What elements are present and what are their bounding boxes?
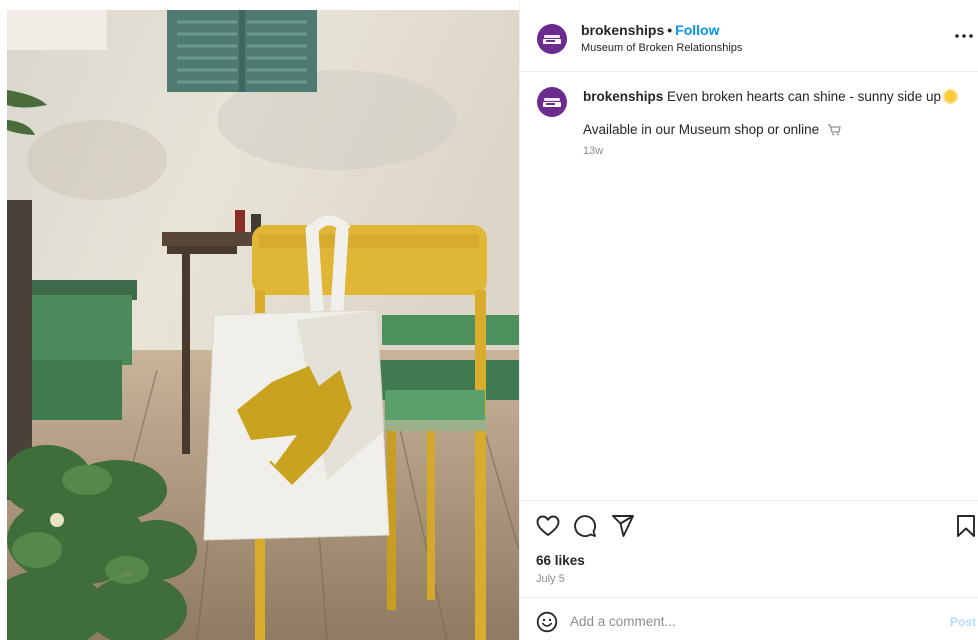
- location-link[interactable]: Museum of Broken Relationships: [581, 42, 742, 54]
- post-photo[interactable]: [7, 10, 519, 640]
- sun-emoji-icon: [944, 91, 956, 102]
- more-horizontal-icon: [955, 34, 973, 38]
- caption-username[interactable]: brokenships: [583, 89, 663, 104]
- separator-dot: •: [667, 22, 673, 38]
- post-time-ago[interactable]: 13w: [583, 145, 603, 157]
- smiley-icon[interactable]: [536, 611, 558, 633]
- paper-plane-icon[interactable]: [610, 513, 636, 539]
- comment-bar: Post: [520, 597, 978, 640]
- more-options-button[interactable]: [952, 24, 976, 48]
- header-user-line: brokenships • Follow: [581, 22, 719, 38]
- caption-line-2-text: Available in our Museum shop or online: [583, 122, 820, 137]
- post-side-panel: brokenships • Follow Museum of Broken Rela…: [519, 0, 978, 640]
- post-header: brokenships • Follow Museum of Broken Rela…: [520, 0, 978, 72]
- shopping-cart-icon: [827, 124, 841, 136]
- post-comment-button[interactable]: Post: [950, 615, 976, 629]
- bookmark-icon[interactable]: [953, 513, 978, 539]
- username-link[interactable]: brokenships: [581, 22, 664, 38]
- caption-text: Even broken hearts can shine - sunny sid…: [667, 89, 941, 104]
- post-date[interactable]: July 5: [536, 573, 565, 585]
- caption-line-2: Available in our Museum shop or online: [583, 121, 841, 139]
- tote-bag-photo: [7, 10, 519, 640]
- caption: brokenships Even broken hearts can shine…: [583, 88, 963, 106]
- avatar[interactable]: [537, 24, 567, 54]
- likes-count[interactable]: 66 likes: [536, 553, 585, 568]
- post-actions: 66 likes July 5: [520, 500, 978, 597]
- heart-icon[interactable]: [535, 513, 561, 539]
- follow-button[interactable]: Follow: [675, 22, 719, 38]
- comment-bubble-icon[interactable]: [572, 513, 598, 539]
- comment-input[interactable]: [570, 608, 930, 634]
- caption-avatar[interactable]: [537, 87, 567, 117]
